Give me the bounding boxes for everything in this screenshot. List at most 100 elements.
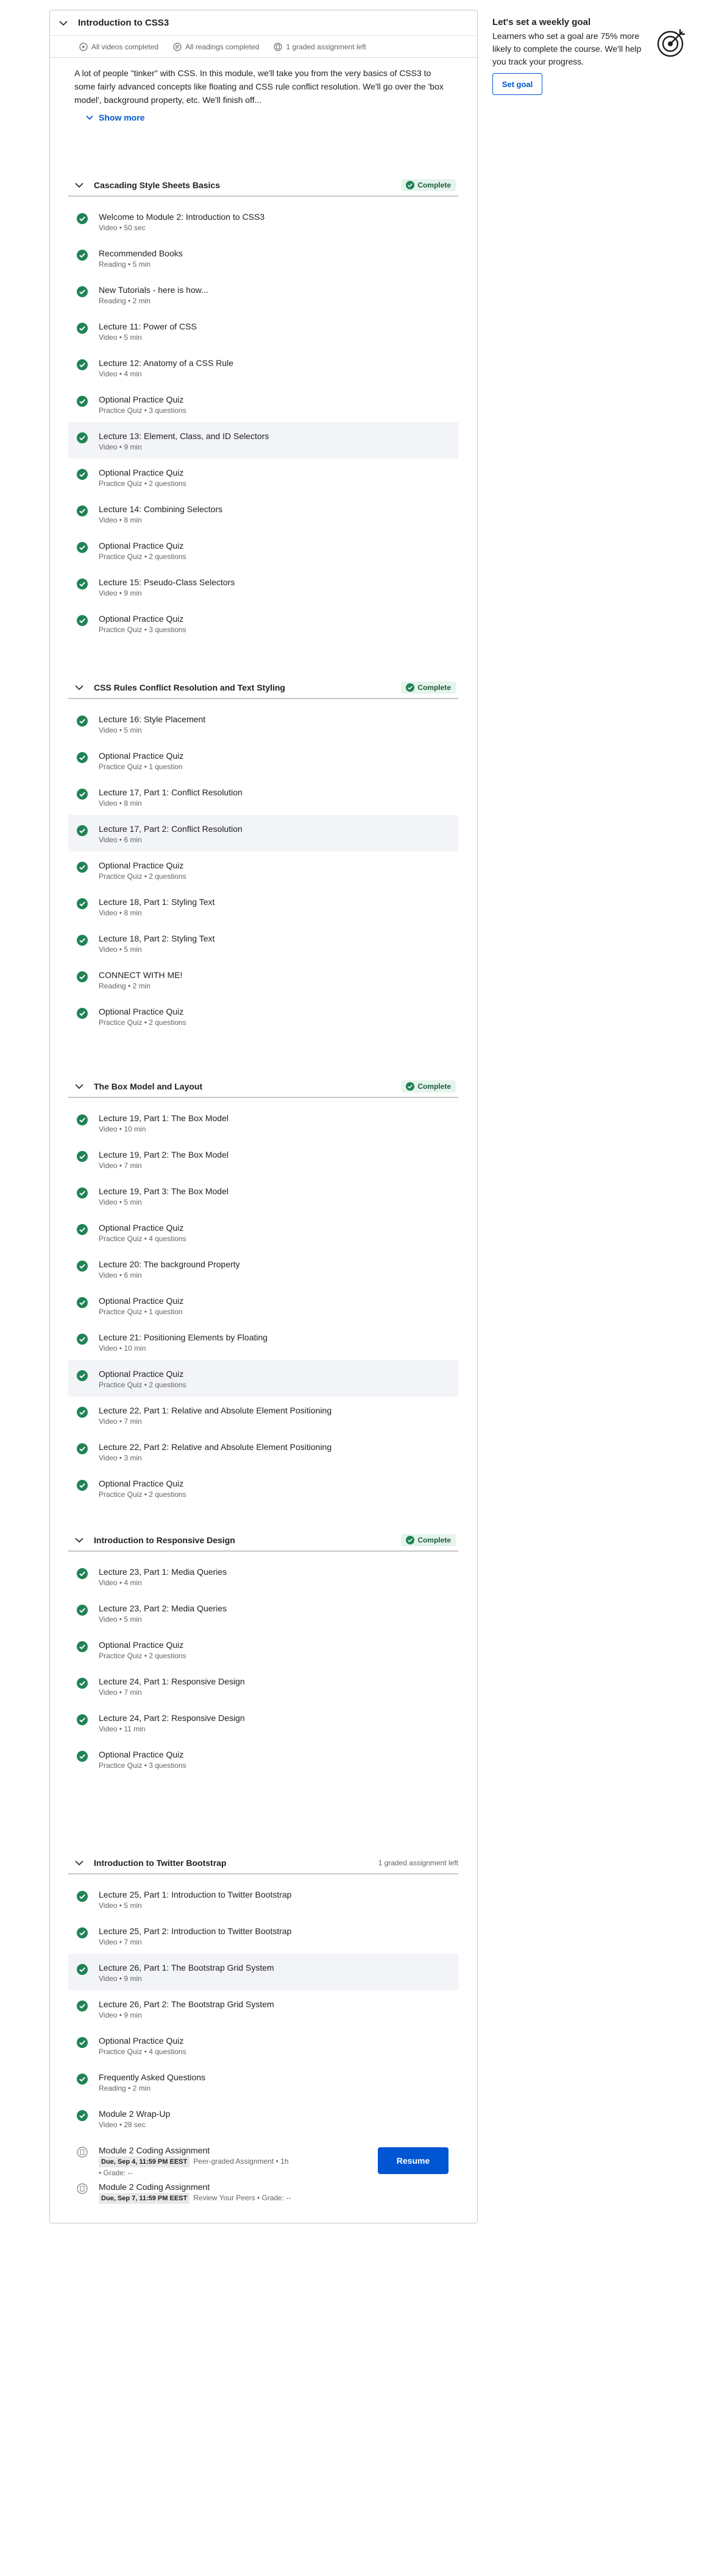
list-item[interactable]: Optional Practice Quiz Practice Quiz • 2 … [68,1631,458,1667]
item-meta: Due, Sep 7, 11:59 PM EEST Review Your Pee… [99,2192,291,2204]
check-circle-icon [77,323,88,334]
item-name: Lecture 20: The background Property [99,1259,240,1269]
item-text: Module 2 Coding Assignment Due, Sep 7, 11… [99,2181,291,2204]
item-name: Optional Practice Quiz [99,860,184,870]
list-item[interactable]: Lecture 16: Style Placement Video • 5 min [68,705,458,742]
show-more-link[interactable]: Show more [85,113,144,122]
chevron-down-icon [85,113,94,122]
item-name: Lecture 23, Part 2: Media Queries [99,1603,227,1613]
list-item[interactable]: Lecture 14: Combining Selectors Video • 8… [68,495,458,532]
list-item[interactable]: Lecture 24, Part 1: Responsive Design Vid… [68,1667,458,1704]
list-item[interactable]: Optional Practice Quiz Practice Quiz • 2 … [68,532,458,568]
chevron-down-icon[interactable] [74,1858,84,1868]
list-item[interactable]: Lecture 18, Part 1: Styling Text Video • … [68,888,458,924]
chevron-down-icon[interactable] [74,683,84,692]
list-item[interactable]: Lecture 19, Part 2: The Box Model Video •… [68,1141,458,1177]
item-meta: Practice Quiz • 2 questions [99,478,186,489]
list-item[interactable]: Optional Practice Quiz Practice Quiz • 2 … [68,1469,458,1506]
list-item[interactable]: Lecture 11: Power of CSS Video • 5 min [68,312,458,349]
check-circle-icon [406,181,415,189]
lesson-header[interactable]: Introduction to Responsive Design Complet… [68,1530,458,1552]
list-item[interactable]: Lecture 22, Part 2: Relative and Absolut… [68,1433,458,1469]
chevron-down-icon[interactable] [74,180,84,190]
chevron-down-icon[interactable] [74,1535,84,1545]
list-item[interactable]: Welcome to Module 2: Introduction to CSS… [68,203,458,239]
resume-button[interactable]: Resume [378,2147,448,2174]
list-item[interactable]: Lecture 26, Part 2: The Bootstrap Grid S… [68,1990,458,2027]
lesson-header[interactable]: Cascading Style Sheets Basics Complete [68,175,458,197]
item-name: Lecture 13: Element, Class, and ID Selec… [99,431,269,441]
item-meta-text: Video • 7 min [99,1938,142,1946]
check-circle-icon [77,971,88,982]
module-header[interactable]: Introduction to CSS3 [50,10,477,36]
set-goal-button[interactable]: Set goal [492,73,542,95]
list-item[interactable]: Lecture 18, Part 2: Styling Text Video • … [68,924,458,961]
item-meta: Video • 9 min [99,2010,274,2021]
item-meta: Video • 7 min [99,1687,245,1698]
list-item[interactable]: Lecture 25, Part 2: Introduction to Twit… [68,1917,458,1954]
list-item[interactable]: Frequently Asked Questions Reading • 2 mi… [68,2063,458,2100]
list-item[interactable]: Lecture 23, Part 1: Media Queries Video •… [68,1558,458,1594]
list-item[interactable]: Lecture 19, Part 1: The Box Model Video •… [68,1104,458,1141]
list-item[interactable]: Lecture 23, Part 2: Media Queries Video •… [68,1594,458,1631]
list-item[interactable]: Lecture 17, Part 2: Conflict Resolution V… [68,815,458,851]
chevron-down-icon[interactable] [58,18,68,28]
item-meta-text: Video • 6 min [99,1271,142,1279]
module-title: Introduction to CSS3 [78,18,169,28]
check-circle-icon [77,396,88,407]
item-text: Lecture 19, Part 1: The Box Model Video •… [99,1113,229,1135]
list-item[interactable]: Module 2 Coding Assignment Due, Sep 4, 11… [68,2136,458,2177]
list-item[interactable]: Optional Practice Quiz Practice Quiz • 3 … [68,385,458,422]
list-item[interactable]: Optional Practice Quiz Practice Quiz • 4 … [68,2027,458,2063]
list-item[interactable]: Optional Practice Quiz Practice Quiz • 3 … [68,1740,458,1777]
complete-badge: Complete [401,1080,456,1093]
item-text: Lecture 26, Part 2: The Bootstrap Grid S… [99,1999,274,2021]
list-item[interactable]: Optional Practice Quiz Practice Quiz • 1 … [68,1287,458,1323]
item-name: Lecture 19, Part 3: The Box Model [99,1186,229,1196]
lesson-header[interactable]: The Box Model and Layout Complete [68,1076,458,1098]
item-meta-text: Practice Quiz • 2 questions [99,1652,186,1660]
list-item[interactable]: Lecture 20: The background Property Video… [68,1250,458,1287]
lesson-header[interactable]: Introduction to Twitter Bootstrap 1 grade… [68,1853,458,1874]
item-text: Optional Practice Quiz Practice Quiz • 2 … [99,1478,186,1500]
chevron-down-icon[interactable] [74,1082,84,1091]
item-meta: Video • 4 min [99,368,233,379]
item-text: Lecture 13: Element, Class, and ID Selec… [99,431,269,452]
list-item[interactable]: CONNECT WITH ME! Reading • 2 min [68,961,458,998]
lesson-header[interactable]: CSS Rules Conflict Resolution and Text S… [68,677,458,699]
list-item[interactable]: Optional Practice Quiz Practice Quiz • 2 … [68,998,458,1034]
stat-label: All readings completed [185,42,260,51]
list-item[interactable]: Optional Practice Quiz Practice Quiz • 2 … [68,851,458,888]
item-meta: Video • 5 min [99,1197,229,1208]
list-item[interactable]: Lecture 26, Part 1: The Bootstrap Grid S… [68,1954,458,1990]
assignment-icon [274,42,283,51]
list-item[interactable]: Recommended Books Reading • 5 min [68,239,458,276]
list-item[interactable]: Optional Practice Quiz Practice Quiz • 1 … [68,742,458,778]
list-item[interactable]: New Tutorials - here is how... Reading • … [68,276,458,312]
list-item[interactable]: Lecture 12: Anatomy of a CSS Rule Video •… [68,349,458,385]
list-item[interactable]: Lecture 21: Positioning Elements by Floa… [68,1323,458,1360]
item-meta: Practice Quiz • 1 question [99,1306,183,1317]
item-text: Lecture 22, Part 1: Relative and Absolut… [99,1405,332,1427]
list-item[interactable]: Lecture 25, Part 1: Introduction to Twit… [68,1881,458,1917]
list-item[interactable]: Lecture 22, Part 1: Relative and Absolut… [68,1396,458,1433]
list-item[interactable]: Optional Practice Quiz Practice Quiz • 2 … [68,1360,458,1396]
list-item[interactable]: Lecture 24, Part 2: Responsive Design Vid… [68,1704,458,1740]
check-circle-icon [77,825,88,836]
list-item[interactable]: Optional Practice Quiz Practice Quiz • 4 … [68,1214,458,1250]
list-item[interactable]: Lecture 17, Part 1: Conflict Resolution V… [68,778,458,815]
list-item[interactable]: Optional Practice Quiz Practice Quiz • 3 … [68,605,458,641]
list-item[interactable]: Module 2 Wrap-Up Video • 28 sec [68,2100,458,2136]
item-name: Lecture 18, Part 2: Styling Text [99,934,215,943]
item-name: Optional Practice Quiz [99,1007,184,1016]
item-name: Lecture 25, Part 1: Introduction to Twit… [99,1890,292,1899]
check-circle-icon [406,1536,415,1544]
list-item[interactable]: Lecture 19, Part 3: The Box Model Video •… [68,1177,458,1214]
list-item[interactable]: Optional Practice Quiz Practice Quiz • 2 … [68,459,458,495]
item-meta-text: Practice Quiz • 2 questions [99,1018,186,1027]
check-circle-icon [77,542,88,553]
item-meta: Practice Quiz • 4 questions [99,2046,186,2057]
list-item[interactable]: Module 2 Coding Assignment Due, Sep 7, 11… [68,2173,458,2209]
list-item[interactable]: Lecture 13: Element, Class, and ID Selec… [68,422,458,459]
list-item[interactable]: Lecture 15: Pseudo-Class Selectors Video … [68,568,458,605]
